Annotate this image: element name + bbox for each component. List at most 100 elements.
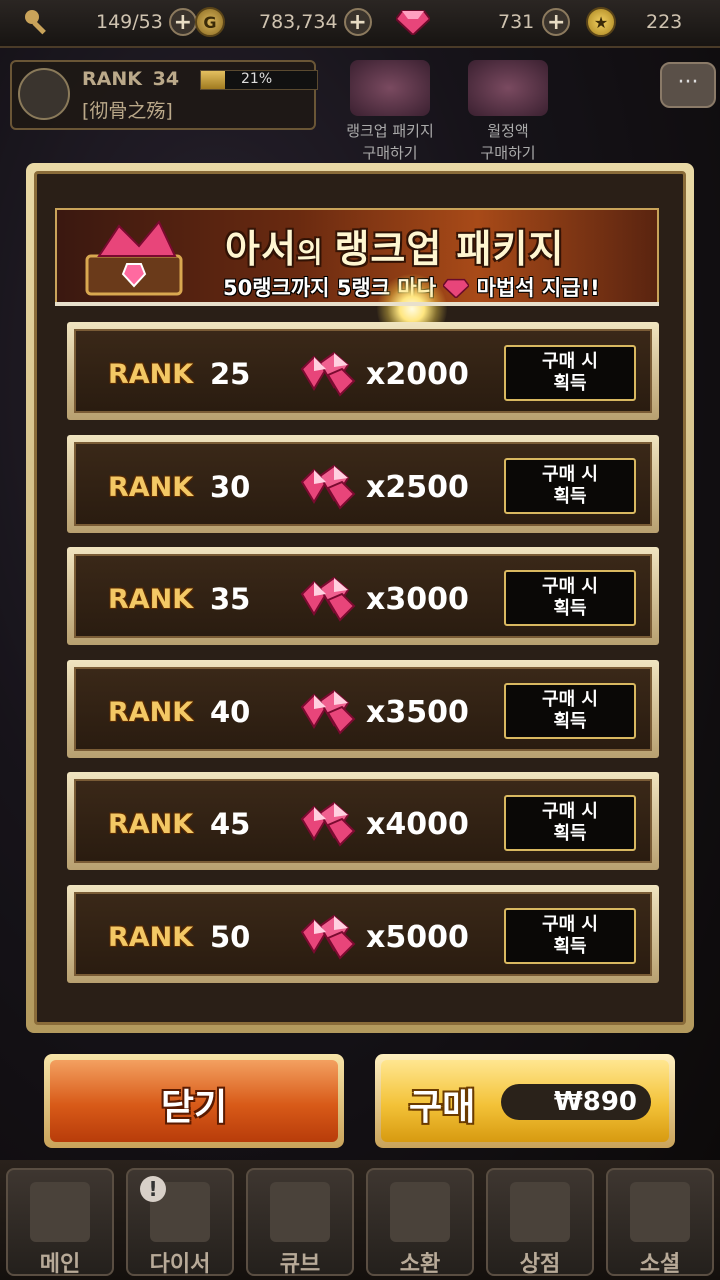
dialog-body: 아서의 랭크업 패키지 50랭크까지 5랭크 마다 마법석 지급!! RANK 2… <box>34 171 686 1025</box>
gift-box-icon <box>350 60 430 116</box>
rank-number: 25 <box>210 357 251 391</box>
gem-icon <box>442 278 471 299</box>
resource-bar: 149/53 + G 783,734 + 731 + ★ 223 <box>0 0 720 48</box>
nav-label: 메인 <box>39 1252 81 1277</box>
rank-number: 45 <box>210 807 251 841</box>
add-gem-button[interactable]: + <box>542 8 571 36</box>
nav-item[interactable]: 소환 <box>366 1168 474 1277</box>
gem-pile-icon <box>300 801 356 847</box>
obtain-on-purchase-label: 구매 시 획득 <box>504 345 636 401</box>
close-button[interactable]: 닫기 <box>44 1054 344 1148</box>
obtain-on-purchase-label: 구매 시 획득 <box>504 457 636 514</box>
reward-row: RANK 45 x4000 구매 시 획득 <box>67 772 659 870</box>
profile-panel[interactable]: RANK 34 21% [彻骨之殇] <box>10 60 318 130</box>
nav-label: 다이서 <box>149 1252 211 1277</box>
reward-row-body: RANK 40 x3500 구매 시 획득 <box>74 666 652 751</box>
exp-bar-fill <box>201 71 226 89</box>
gold-counter: G 783,734 + <box>195 6 372 38</box>
gem-amount: x2500 <box>366 469 469 505</box>
gold-value: 783,734 <box>259 11 338 33</box>
medal-icon: ★ <box>586 7 616 37</box>
gem-value: 731 <box>498 11 535 33</box>
close-button-label: 닫기 <box>160 1087 228 1128</box>
rank-word: RANK <box>108 359 194 390</box>
player-rank: RANK 34 <box>82 68 179 90</box>
chat-bubble-icon: ··· <box>677 70 699 95</box>
add-stamina-button[interactable]: + <box>168 8 197 36</box>
reward-row: RANK 25 x2000 구매 시 획득 <box>67 322 659 420</box>
reward-row-body: RANK 50 x5000 구매 시 획득 <box>74 891 652 976</box>
reward-row-body: RANK 25 x2000 구매 시 획득 <box>74 329 652 413</box>
nav-item[interactable]: 다이서! <box>126 1168 234 1277</box>
gem-amount: x4000 <box>366 807 469 842</box>
obtain-on-purchase-label: 구매 시 획득 <box>504 907 636 964</box>
title-package-name: 랭크업 패키지 <box>334 227 565 271</box>
gem-pile-icon <box>300 464 356 510</box>
bottom-navigation: 메인 다이서! 큐브 소환 상점 소셜 <box>0 1160 720 1280</box>
handshake-icon <box>630 1182 690 1242</box>
stamina-counter: 149/53 + <box>22 6 197 38</box>
cube-icon <box>270 1182 330 1242</box>
rankup-package-shortcut[interactable]: 랭크업 패키지 구매하기 <box>330 60 450 162</box>
obtain-on-purchase-label: 구매 시 획득 <box>504 682 636 739</box>
exp-percent: 21% <box>241 71 273 87</box>
rank-word: RANK <box>108 471 194 503</box>
reward-row: RANK 50 x5000 구매 시 획득 <box>67 884 659 983</box>
monthly-package-shortcut[interactable]: 월정액 구매하기 <box>448 60 568 162</box>
nav-label: 소환 <box>399 1252 441 1277</box>
guild-name: [彻骨之殇] <box>82 100 173 122</box>
gift-box-icon <box>468 60 548 116</box>
buy-button-label: 구매 <box>409 1087 476 1128</box>
rankup-package-label: 랭크업 패키지 구매하기 <box>346 122 434 162</box>
reward-row-body: RANK 35 x3000 구매 시 획득 <box>74 554 652 638</box>
gold-coin-icon: G <box>195 7 225 37</box>
alert-badge: ! <box>140 1176 166 1202</box>
summon-icon <box>390 1182 450 1242</box>
rank-label: RANK <box>82 68 142 90</box>
nav-label: 소셜 <box>639 1252 681 1277</box>
reward-list[interactable]: RANK 25 x2000 구매 시 획득 RANK 30 x2500 구매 시 획득 RANK… <box>55 302 659 1006</box>
buy-button[interactable]: 구매 ₩890 <box>375 1054 675 1148</box>
reward-row: RANK 30 x2500 구매 시 획득 <box>67 434 659 533</box>
nav-item[interactable]: 상점 <box>486 1168 594 1277</box>
rank-word: RANK <box>108 696 194 728</box>
nav-item[interactable]: 큐브 <box>246 1168 354 1277</box>
rank-word: RANK <box>108 584 194 615</box>
chat-button[interactable]: ··· <box>660 62 716 108</box>
rankup-package-dialog: 아서의 랭크업 패키지 50랭크까지 5랭크 마다 마법석 지급!! RANK 2… <box>26 163 694 1033</box>
rank-word: RANK <box>108 921 194 953</box>
gem-amount: x5000 <box>366 919 469 955</box>
reward-row-body: RANK 30 x2500 구매 시 획득 <box>74 441 652 526</box>
gem-amount: x3500 <box>366 694 469 730</box>
medal-counter: ★ 223 <box>586 6 682 38</box>
nav-item[interactable]: 메인 <box>6 1168 114 1277</box>
nav-label: 상점 <box>519 1252 561 1277</box>
medal-value: 223 <box>646 11 683 33</box>
rank-value: 34 <box>152 68 180 90</box>
rank-number: 40 <box>210 694 251 729</box>
gem-pile-icon <box>300 576 356 622</box>
obtain-on-purchase-label: 구매 시 획득 <box>504 795 636 851</box>
nav-label: 큐브 <box>279 1252 321 1277</box>
nav-item[interactable]: 소셜 <box>606 1168 714 1277</box>
stamina-value: 149/53 <box>96 11 163 33</box>
gem-icon <box>396 10 430 35</box>
monthly-package-label: 월정액 구매하기 <box>480 122 536 162</box>
avatar[interactable] <box>18 68 70 120</box>
subtitle-end-text: 마법석 지급!! <box>476 276 600 300</box>
gem-pile-icon <box>300 351 356 397</box>
price-tag: ₩890 <box>501 1084 651 1120</box>
gem-pile-icon <box>300 914 356 960</box>
gem-counter: 731 + <box>396 6 571 38</box>
gem-amount: x3000 <box>366 582 469 617</box>
reward-row: RANK 40 x3500 구매 시 획득 <box>67 659 659 758</box>
rank-number: 35 <box>210 582 251 616</box>
castle-icon <box>30 1182 90 1242</box>
dialog-title: 아서의 랭크업 패키지 <box>225 218 564 273</box>
reward-row: RANK 35 x3000 구매 시 획득 <box>67 547 659 645</box>
add-gold-button[interactable]: + <box>343 8 372 36</box>
treasure-chest-icon <box>85 220 183 296</box>
obtain-on-purchase-label: 구매 시 획득 <box>504 570 636 626</box>
close-button-face: 닫기 <box>50 1060 338 1142</box>
rank-number: 30 <box>210 469 251 504</box>
